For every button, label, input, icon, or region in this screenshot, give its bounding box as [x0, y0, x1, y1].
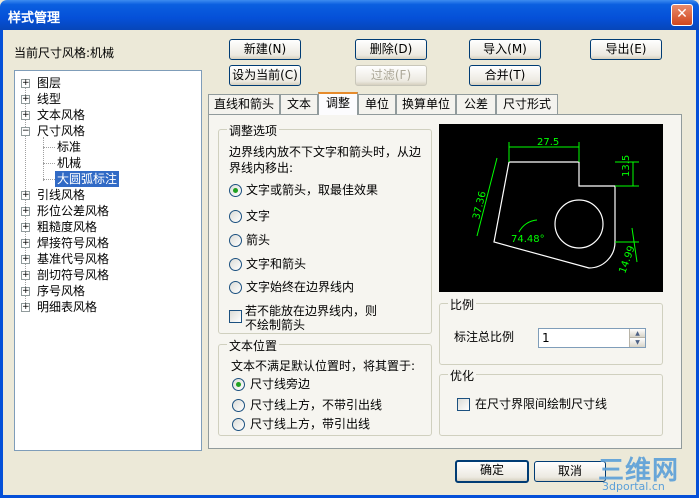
delete-button[interactable]: 删除(D) [355, 39, 427, 60]
expand-icon[interactable]: + [21, 271, 30, 280]
tab-adjust[interactable]: 调整 [318, 92, 358, 115]
text-position-legend: 文本位置 [227, 337, 280, 354]
filter-button[interactable]: 过滤(F) [355, 65, 427, 86]
dimension-preview: 27.5 13.5 37.36 74.48° 14.99 [439, 124, 663, 292]
dim-text-top: 27.5 [537, 137, 559, 148]
title-bar: 样式管理 ✕ [0, 0, 699, 30]
current-style-label: 当前尺寸风格:机械 [14, 46, 115, 60]
tree-connector [43, 137, 44, 181]
tab-alt-units[interactable]: 换算单位 [396, 94, 456, 114]
part-hole [554, 199, 604, 249]
dim-text-bottom-right: 14.99 [617, 244, 637, 275]
tree-item-standard[interactable]: 标准 [57, 139, 81, 155]
watermark-logo: 三维网 3dportal.cn [598, 450, 694, 496]
tab-tolerance[interactable]: 公差 [456, 94, 496, 114]
checkbox-suppress-arrows[interactable] [229, 310, 242, 323]
dim-arc-angle [518, 219, 538, 233]
tab-text[interactable]: 文本 [280, 94, 318, 114]
adjust-desc-line2: 界线内移出: [229, 161, 294, 175]
expand-icon[interactable]: + [21, 303, 30, 312]
close-button[interactable]: ✕ [671, 4, 693, 26]
expand-icon[interactable]: + [21, 207, 30, 216]
radio-text-label[interactable]: 文字 [246, 208, 270, 224]
radio-above-no-leader-label[interactable]: 尺寸线上方，不带引出线 [250, 397, 382, 413]
expand-icon[interactable]: + [21, 79, 30, 88]
tab-units[interactable]: 单位 [358, 94, 396, 114]
expand-icon[interactable]: + [21, 239, 30, 248]
radio-text[interactable] [229, 210, 242, 223]
expand-icon[interactable]: + [21, 95, 30, 104]
optimize-legend: 优化 [448, 367, 477, 384]
radio-beside-dim-line[interactable] [232, 378, 245, 391]
radio-arrows-label[interactable]: 箭头 [246, 232, 270, 248]
radio-text-and-arrows-label[interactable]: 文字和箭头 [246, 256, 306, 272]
tree-item-dimension-style[interactable]: 尺寸风格 [37, 123, 85, 139]
expand-icon[interactable]: + [21, 191, 30, 200]
import-button[interactable]: 导入(M) [469, 39, 541, 60]
dim-text-right: 13.5 [621, 155, 632, 177]
tree-item-text-style[interactable]: 文本风格 [37, 107, 85, 123]
radio-arrows[interactable] [229, 234, 242, 247]
overall-scale-label: 标注总比例 [454, 330, 515, 344]
checkbox-draw-dim-line-label[interactable]: 在尺寸界限间绘制尺寸线 [475, 396, 607, 412]
radio-best-fit[interactable] [229, 184, 242, 197]
tree-item-layers[interactable]: 图层 [37, 75, 61, 91]
tab-dimension-form[interactable]: 尺寸形式 [496, 94, 558, 114]
part-outline [493, 161, 616, 269]
tree-item-mechanical[interactable]: 机械 [57, 155, 81, 171]
tab-lines-arrows[interactable]: 直线和箭头 [208, 94, 280, 114]
radio-text-inside[interactable] [229, 281, 242, 294]
export-button[interactable]: 导出(E) [590, 39, 662, 60]
tree-connector [43, 179, 55, 180]
adjust-desc-line1: 边界线内放不下文字和箭头时，从边 [229, 145, 422, 159]
new-button[interactable]: 新建(N) [229, 39, 301, 60]
tree-item-leader-style[interactable]: 引线风格 [37, 187, 85, 203]
tree-item-large-arc[interactable]: 大圆弧标注 [55, 171, 120, 187]
expand-icon[interactable]: + [21, 223, 30, 232]
tree-item-linetype[interactable]: 线型 [37, 91, 61, 107]
cancel-button[interactable]: 取消 [534, 461, 606, 482]
collapse-icon[interactable]: − [21, 127, 30, 136]
spin-up-icon[interactable]: ▲ [629, 329, 645, 338]
scale-legend: 比例 [448, 296, 477, 313]
radio-above-with-leader-label[interactable]: 尺寸线上方，带引出线 [250, 416, 370, 432]
radio-best-fit-label[interactable]: 文字或箭头，取最佳效果 [246, 182, 378, 198]
tree-item-roughness-style[interactable]: 粗糙度风格 [37, 219, 97, 235]
expand-icon[interactable]: + [21, 111, 30, 120]
tree-item-section-style[interactable]: 剖切符号风格 [37, 267, 109, 283]
overall-scale-spinner[interactable]: 1 ▲ ▼ [538, 328, 646, 348]
text-position-desc: 文本不满足默认位置时，将其置于: [231, 359, 416, 373]
overall-scale-value[interactable]: 1 [542, 331, 550, 345]
dim-text-left: 37.36 [471, 190, 489, 220]
expand-icon[interactable]: + [21, 287, 30, 296]
preview-drawing: 27.5 13.5 37.36 74.48° 14.99 [471, 137, 639, 275]
merge-button[interactable]: 合并(T) [469, 65, 541, 86]
expand-icon[interactable]: + [21, 255, 30, 264]
tree-connector [43, 163, 55, 164]
spin-down-icon[interactable]: ▼ [629, 338, 645, 347]
watermark-url: 3dportal.cn [602, 480, 665, 493]
tree-connector [43, 147, 55, 148]
tree-item-gdt-style[interactable]: 形位公差风格 [37, 203, 109, 219]
tree-item-balloon-style[interactable]: 序号风格 [37, 283, 85, 299]
radio-above-no-leader[interactable] [232, 399, 245, 412]
radio-above-with-leader[interactable] [232, 418, 245, 431]
close-icon: ✕ [676, 6, 688, 22]
dim-text-angle: 74.48° [511, 234, 545, 245]
radio-text-and-arrows[interactable] [229, 258, 242, 271]
tree-item-datum-style[interactable]: 基准代号风格 [37, 251, 109, 267]
radio-text-inside-label[interactable]: 文字始终在边界线内 [246, 279, 354, 295]
style-tree[interactable]: + 图层 + 线型 + 文本风格 − 尺寸风格 标准 机械 大圆弧标注 + 引线… [14, 70, 202, 451]
checkbox-suppress-arrows-line2[interactable]: 不绘制箭头 [245, 317, 305, 333]
tree-item-bom-style[interactable]: 明细表风格 [37, 299, 97, 315]
adjust-options-legend: 调整选项 [227, 122, 280, 139]
checkbox-draw-dim-line[interactable] [457, 398, 470, 411]
radio-beside-dim-line-label[interactable]: 尺寸线旁边 [250, 376, 310, 392]
set-current-button[interactable]: 设为当前(C) [229, 65, 301, 86]
window-title: 样式管理 [8, 11, 61, 26]
tree-item-weld-style[interactable]: 焊接符号风格 [37, 235, 109, 251]
ok-button[interactable]: 确定 [455, 460, 529, 483]
